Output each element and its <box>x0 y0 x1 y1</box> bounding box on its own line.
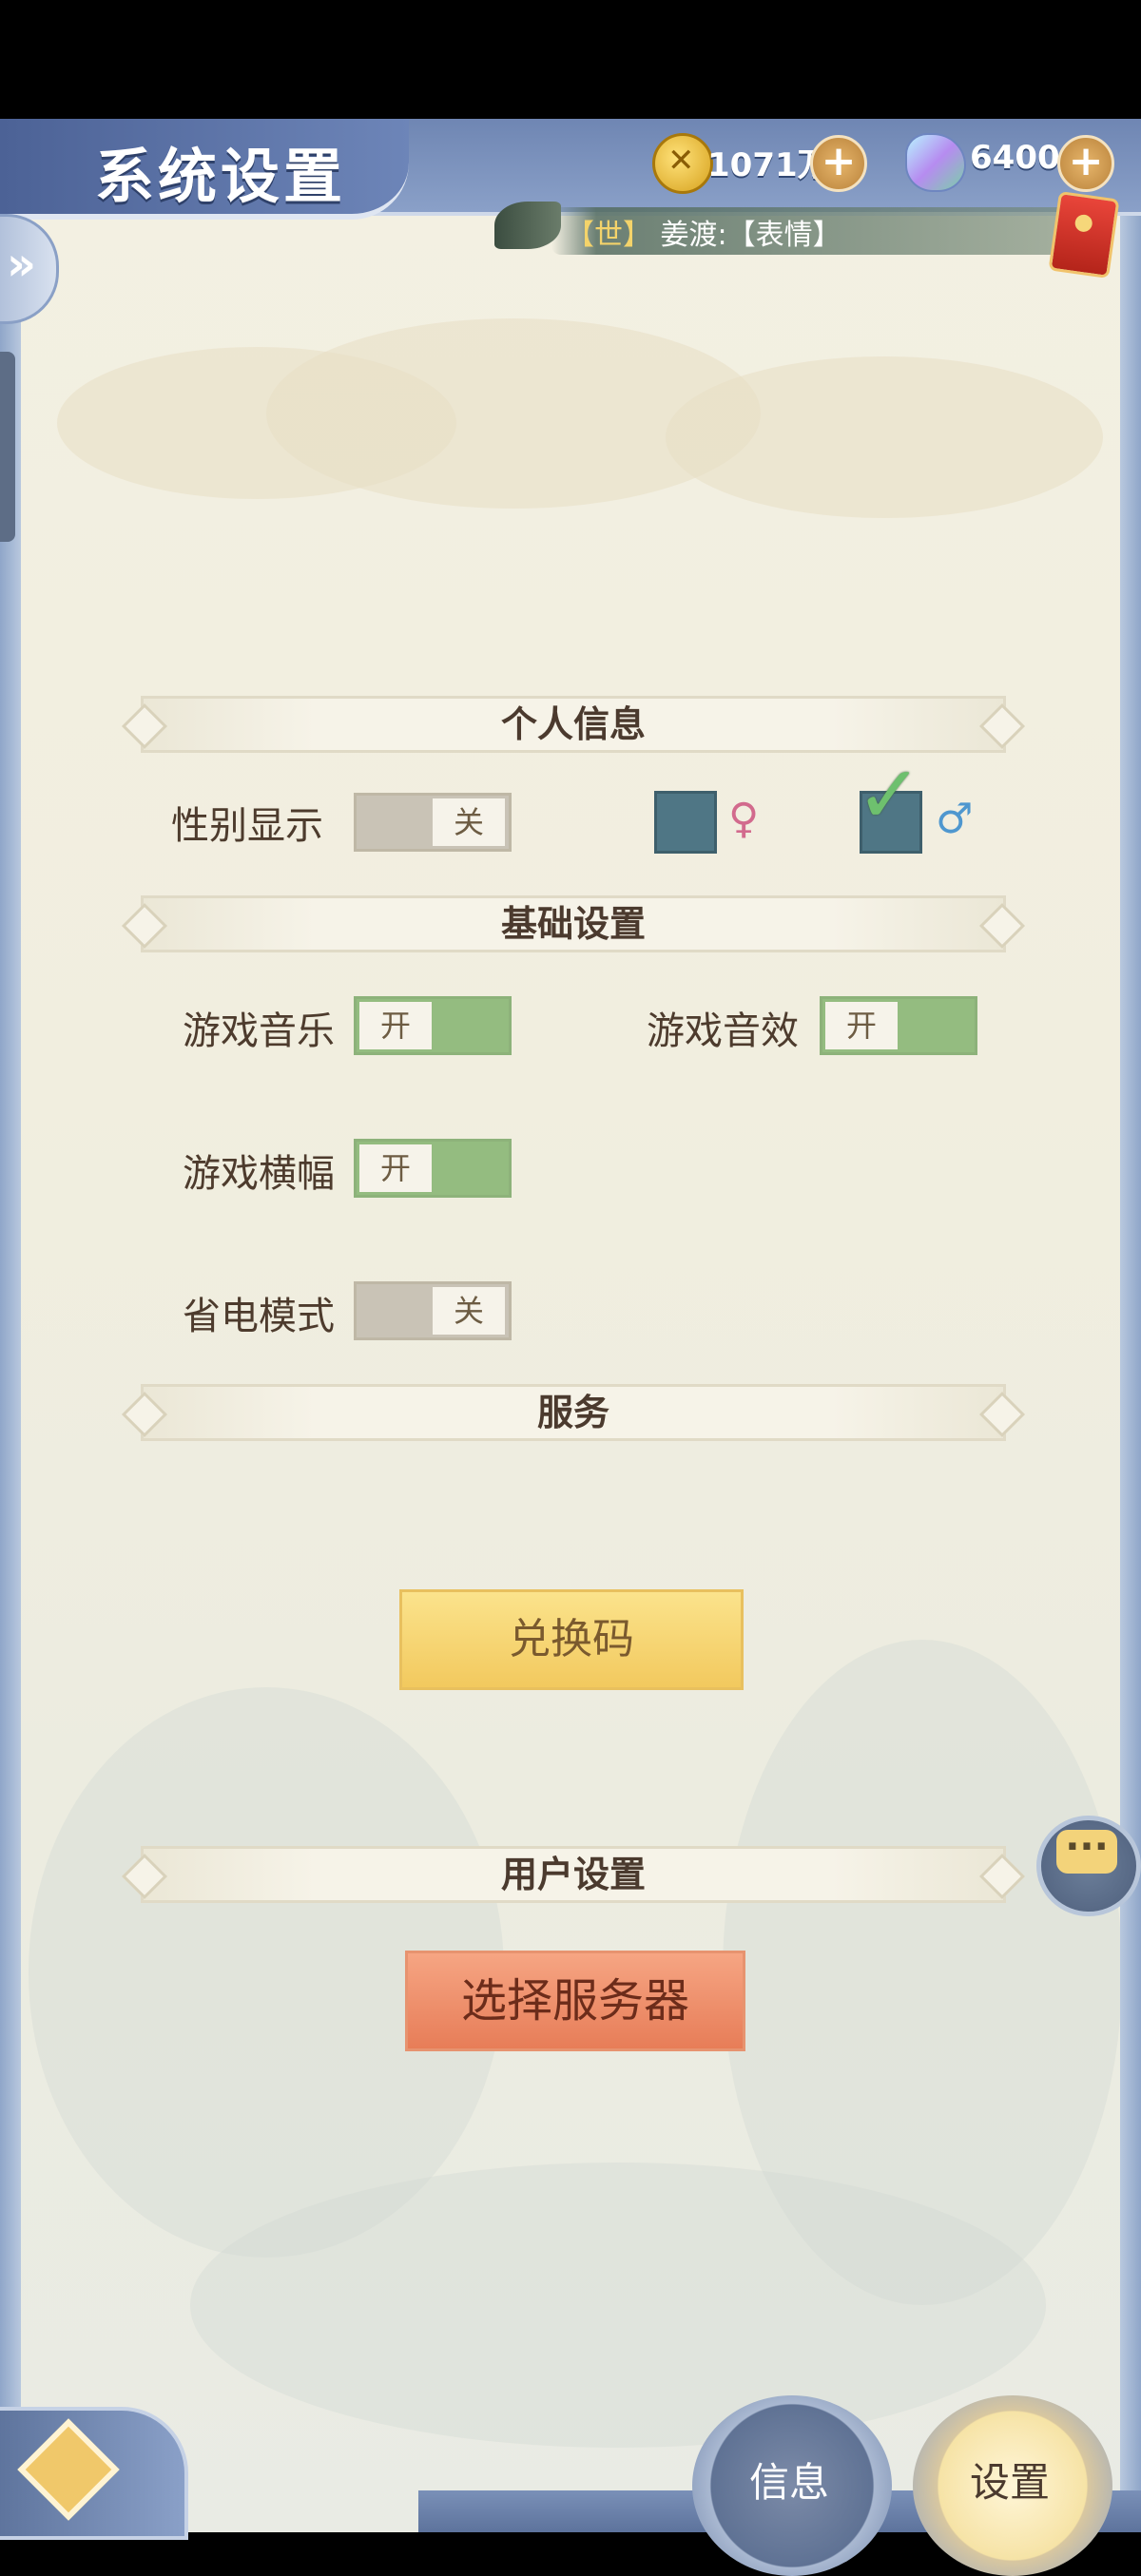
chat-message-text: 姜渡:【表情】 <box>660 219 841 252</box>
game-music-toggle[interactable]: 开 <box>354 996 512 1055</box>
section-service: 服务 <box>141 1384 1006 1441</box>
chat-bubble-button[interactable] <box>1036 1816 1141 1916</box>
female-checkbox[interactable] <box>654 791 717 854</box>
section-title: 个人信息 <box>500 702 646 745</box>
left-scroll-handle[interactable] <box>0 352 15 542</box>
section-personal-info: 个人信息 <box>141 696 1006 753</box>
section-basic-settings: 基础设置 <box>141 895 1006 952</box>
checkmark-icon: ✓ <box>856 748 923 841</box>
gender-display-label: 性别显示 <box>171 804 323 848</box>
section-user-settings: 用户设置 <box>141 1846 1006 1903</box>
male-icon: ♂ <box>936 795 974 843</box>
tab-info-label: 信息 <box>749 2459 830 2506</box>
toggle-knob: 开 <box>825 1002 898 1049</box>
gem-amount: 6400 <box>970 139 1060 177</box>
cloud-decoration <box>666 356 1103 518</box>
game-sfx-label: 游戏音效 <box>647 1009 799 1053</box>
red-packet-icon[interactable] <box>1048 190 1120 279</box>
power-saving-label: 省电模式 <box>183 1295 335 1338</box>
section-title: 服务 <box>536 1391 609 1433</box>
game-sfx-toggle[interactable]: 开 <box>820 996 977 1055</box>
gender-display-toggle[interactable]: 关 <box>354 793 512 852</box>
mist-decoration <box>190 2163 1046 2448</box>
select-server-button[interactable]: 选择服务器 <box>405 1951 745 2051</box>
game-banner-toggle[interactable]: 开 <box>354 1139 512 1198</box>
redeem-code-button[interactable]: 兑换码 <box>399 1589 744 1690</box>
add-coins-button[interactable]: + <box>810 135 867 192</box>
game-music-label: 游戏音乐 <box>183 1009 335 1053</box>
coin-icon <box>652 133 713 194</box>
power-saving-toggle[interactable]: 关 <box>354 1281 512 1340</box>
status-bar-area <box>0 0 1141 119</box>
toggle-knob: 开 <box>359 1144 432 1192</box>
section-title: 用户设置 <box>500 1853 646 1895</box>
select-server-label: 选择服务器 <box>460 1974 689 2028</box>
double-chevron-right-icon: » <box>7 238 37 291</box>
toggle-knob: 关 <box>433 1287 505 1335</box>
female-icon: ♀ <box>728 795 760 843</box>
toggle-knob: 开 <box>359 1002 432 1049</box>
page-title: 系统设置 <box>95 142 347 211</box>
right-frame <box>1120 119 1141 2532</box>
settings-panel <box>0 119 1141 2532</box>
redeem-code-label: 兑换码 <box>509 1615 634 1663</box>
fish-icon <box>494 202 561 249</box>
game-banner-label: 游戏横幅 <box>183 1152 335 1196</box>
toggle-knob: 关 <box>433 798 505 846</box>
add-gems-button[interactable]: + <box>1057 135 1114 192</box>
chat-channel-tag: 【世】 <box>566 219 651 252</box>
section-title: 基础设置 <box>500 902 646 945</box>
chat-message[interactable]: 【世】 姜渡:【表情】 <box>566 211 841 253</box>
tab-settings-label: 设置 <box>970 2459 1051 2506</box>
